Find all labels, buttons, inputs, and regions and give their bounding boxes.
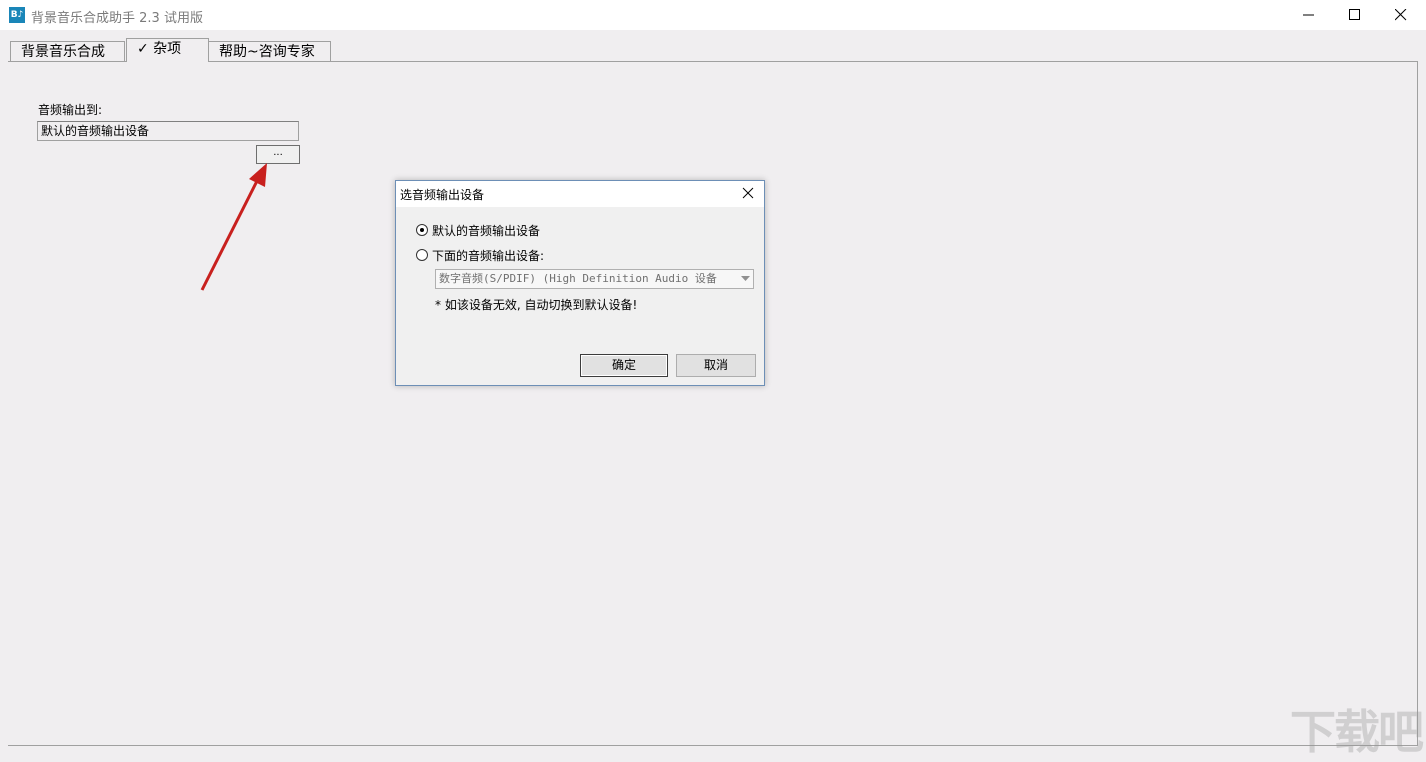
maximize-icon: [1349, 9, 1360, 20]
cancel-button[interactable]: 取消: [676, 354, 756, 377]
title-bar: B♪ 背景音乐合成助手 2.3 试用版: [0, 0, 1426, 30]
app-icon: B♪: [9, 7, 25, 23]
dialog-title-bar: 选音频输出设备: [396, 181, 764, 207]
tab-panel-border: [8, 61, 1418, 62]
device-select[interactable]: 数字音频(S/PDIF) (High Definition Audio 设备: [435, 269, 754, 289]
tab-panel-border-bottom: [8, 745, 1418, 746]
tab-misc[interactable]: ✓ 杂项: [126, 38, 209, 62]
radio-default-label[interactable]: 默认的音频输出设备: [432, 222, 540, 239]
dialog-title: 选音频输出设备: [400, 188, 485, 202]
audio-output-field[interactable]: 默认的音频输出设备: [37, 121, 299, 141]
ok-button[interactable]: 确定: [580, 354, 668, 377]
maximize-button[interactable]: [1332, 0, 1378, 30]
tab-help[interactable]: 帮助~咨询专家: [209, 41, 331, 61]
radio-custom-label[interactable]: 下面的音频输出设备:: [432, 247, 544, 264]
minimize-button[interactable]: [1286, 0, 1332, 30]
chevron-down-icon: [741, 276, 750, 281]
dialog-close-icon[interactable]: [742, 187, 754, 199]
fallback-note: * 如该设备无效, 自动切换到默认设备!: [435, 298, 638, 312]
red-arrow-annotation: [200, 163, 267, 291]
radio-selected-dot: [420, 228, 424, 232]
watermark: 下载吧: [1290, 705, 1424, 759]
minimize-icon: [1303, 14, 1314, 16]
close-button[interactable]: [1378, 0, 1424, 30]
window-title: 背景音乐合成助手 2.3 试用版: [31, 11, 203, 26]
device-select-value: 数字音频(S/PDIF) (High Definition Audio 设备: [439, 272, 717, 285]
close-icon: [1395, 9, 1407, 21]
select-audio-output-dialog: 选音频输出设备 默认的音频输出设备 下面的音频输出设备: 数字音频(S/PDIF…: [395, 180, 765, 386]
radio-custom-device[interactable]: [416, 249, 428, 261]
tab-background-music[interactable]: 背景音乐合成: [10, 41, 125, 61]
tab-panel-border-right: [1417, 61, 1418, 746]
audio-output-label: 音频输出到:: [38, 103, 103, 117]
radio-default-device[interactable]: [416, 224, 428, 236]
